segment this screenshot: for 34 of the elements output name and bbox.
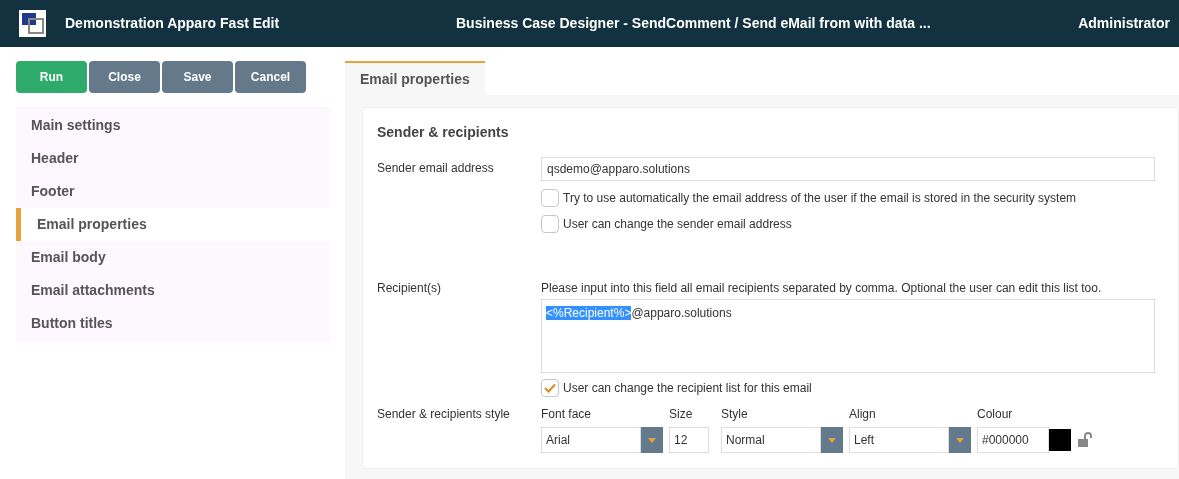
checkbox-label: User can change the sender email address xyxy=(563,216,792,233)
sidebar-item[interactable]: Email attachments xyxy=(16,274,330,307)
toolbar-button[interactable]: Close xyxy=(89,61,160,93)
text-area[interactable]: <%Recipient%>@apparo.solutions xyxy=(541,299,1155,373)
sidebar-item[interactable]: Footer xyxy=(16,175,330,208)
field-label: Style xyxy=(721,406,749,423)
sidebar-item[interactable]: Button titles xyxy=(16,307,330,340)
sidebar-item[interactable]: Main settings xyxy=(16,109,330,142)
field-hint: Please input into this field all email recipients separated by comma. Optional the user can edit this list too. xyxy=(541,280,1103,297)
sidebar-item[interactable]: Header xyxy=(16,142,330,175)
checkbox-label: Try to use automatically the email address of the user if the email is stored in the security system xyxy=(563,190,1077,207)
field-label: Colour xyxy=(977,406,1014,423)
input-field[interactable]: qsdemo@apparo.solutions xyxy=(541,157,1155,181)
field-label: Size xyxy=(669,406,694,423)
app-title: Demonstration Apparo Fast Edit xyxy=(65,14,281,33)
field-label: Font face xyxy=(541,406,593,423)
field-label: Sender & recipients style xyxy=(377,406,511,423)
select-field[interactable]: Normal xyxy=(721,427,821,453)
page-title: Business Case Designer - SendComment / Send eMail from with data ... xyxy=(456,14,932,33)
select-field[interactable]: Arial xyxy=(541,427,641,453)
field-label: Align xyxy=(849,406,877,423)
field-label: Sender email address xyxy=(377,160,495,177)
sidebar-item[interactable]: Email body xyxy=(16,241,330,274)
tab[interactable]: Email properties xyxy=(345,61,485,95)
toolbar-button[interactable]: Save xyxy=(162,61,233,93)
select-field[interactable]: Left xyxy=(849,427,949,453)
section-title: Sender & recipients xyxy=(377,123,510,142)
sidebar-item[interactable]: Email properties xyxy=(16,208,330,241)
user-name: Administrator xyxy=(1078,14,1170,33)
input-field[interactable]: #000000 xyxy=(977,427,1049,453)
checkbox-label: User can change the recipient list for this email xyxy=(563,380,812,397)
toolbar-button[interactable]: Cancel xyxy=(235,61,306,93)
field-label: Recipient(s) xyxy=(377,280,443,297)
input-field[interactable]: 12 xyxy=(669,427,709,453)
